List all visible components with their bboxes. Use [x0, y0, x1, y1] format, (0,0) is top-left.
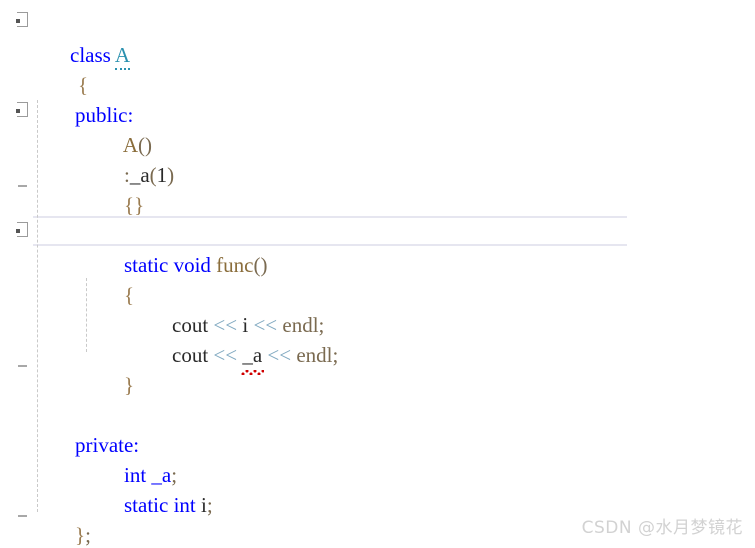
code-line-10[interactable]: cout << i << endl; — [0, 280, 755, 337]
code-line-5[interactable]: :_a(1) — [0, 130, 755, 187]
code-line-3[interactable]: public: — [0, 70, 755, 127]
code-editor-window: class A { public: A() :_a(1) {} static v… — [0, 0, 755, 548]
csdn-watermark: CSDN @水月梦镜花 — [581, 518, 743, 538]
code-line-16[interactable]: static int i; — [0, 460, 755, 517]
code-line-14[interactable]: private: — [0, 400, 755, 457]
code-line-15[interactable]: int _a; — [0, 430, 755, 487]
code-line-13[interactable] — [0, 370, 755, 400]
code-line-4[interactable]: A() — [0, 100, 755, 157]
code-line-7[interactable] — [0, 190, 755, 220]
code-line-8[interactable]: static void func() — [0, 220, 755, 277]
code-editing-surface[interactable]: class A { public: A() :_a(1) {} static v… — [0, 0, 755, 548]
semicolon-line17: ; — [85, 523, 91, 547]
code-line-12[interactable]: } — [0, 340, 755, 397]
code-line-2[interactable]: { — [0, 40, 755, 97]
code-line-9[interactable]: { — [0, 250, 755, 307]
brace-close-class: } — [75, 523, 86, 547]
code-line-6[interactable]: {} — [0, 160, 755, 217]
code-line-1[interactable]: class A — [0, 10, 755, 70]
code-line-11[interactable]: cout << _a << endl; — [0, 310, 755, 375]
